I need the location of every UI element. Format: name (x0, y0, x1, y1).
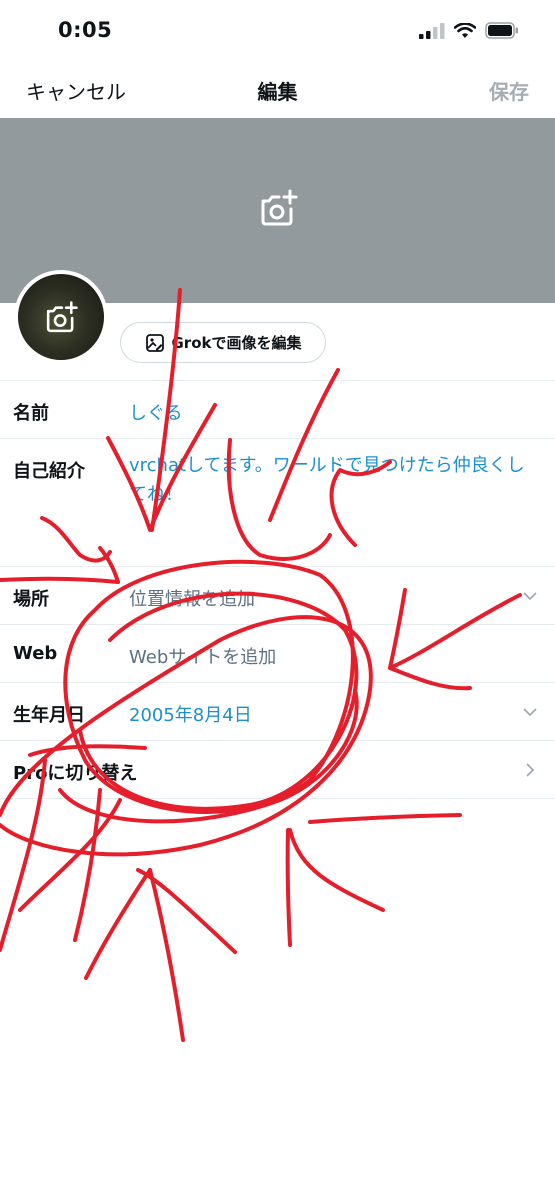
wifi-icon (454, 22, 476, 38)
birthday-row[interactable]: 生年月日 2005年8月4日 (0, 682, 555, 740)
status-icons (419, 22, 519, 39)
add-photo-icon[interactable] (257, 189, 299, 229)
status-bar: 0:05 (0, 0, 555, 62)
web-label: Web (13, 643, 58, 664)
name-row[interactable]: 名前 しぐる (0, 380, 555, 438)
grok-button-label: Grokで画像を編集 (171, 334, 302, 352)
save-button[interactable]: 保存 (489, 76, 529, 105)
name-label: 名前 (13, 403, 49, 424)
name-input[interactable]: しぐる (129, 399, 183, 425)
status-time: 0:05 (58, 18, 113, 42)
grok-edit-image-button[interactable]: Grokで画像を編集 (120, 322, 326, 363)
web-row[interactable]: Web Webサイトを追加 (0, 624, 555, 682)
divider (0, 798, 555, 799)
battery-icon (485, 22, 518, 39)
page-title: 編集 (257, 80, 298, 104)
cellular-signal-icon (419, 22, 445, 39)
add-photo-icon[interactable] (43, 300, 79, 336)
location-row[interactable]: 場所 位置情報を追加 (0, 566, 555, 624)
location-label: 場所 (13, 589, 49, 610)
chevron-down-icon (523, 592, 537, 601)
bio-label: 自己紹介 (13, 461, 85, 482)
website-input[interactable]: Webサイトを追加 (129, 643, 276, 669)
bio-row[interactable]: 自己紹介 vrchatしてます。ワールドで見つけたら仲良くしてね！ (0, 438, 555, 566)
location-input[interactable]: 位置情報を追加 (129, 585, 255, 611)
nav-bar: キャンセル 編集 保存 (0, 62, 555, 118)
birthday-value[interactable]: 2005年8月4日 (129, 701, 252, 727)
profile-form: 名前 しぐる 自己紹介 vrchatしてます。ワールドで見つけたら仲良くしてね！… (0, 380, 555, 799)
switch-to-pro-row[interactable]: Proに切り替え (0, 740, 555, 798)
image-edit-icon (145, 333, 164, 352)
avatar[interactable] (14, 270, 108, 364)
bio-input[interactable]: vrchatしてます。ワールドで見つけたら仲良くしてね！ (129, 451, 539, 509)
switch-to-pro-label: Proに切り替え (13, 763, 138, 784)
birthday-label: 生年月日 (13, 705, 85, 726)
chevron-down-icon (523, 708, 537, 717)
chevron-right-icon (526, 763, 535, 777)
